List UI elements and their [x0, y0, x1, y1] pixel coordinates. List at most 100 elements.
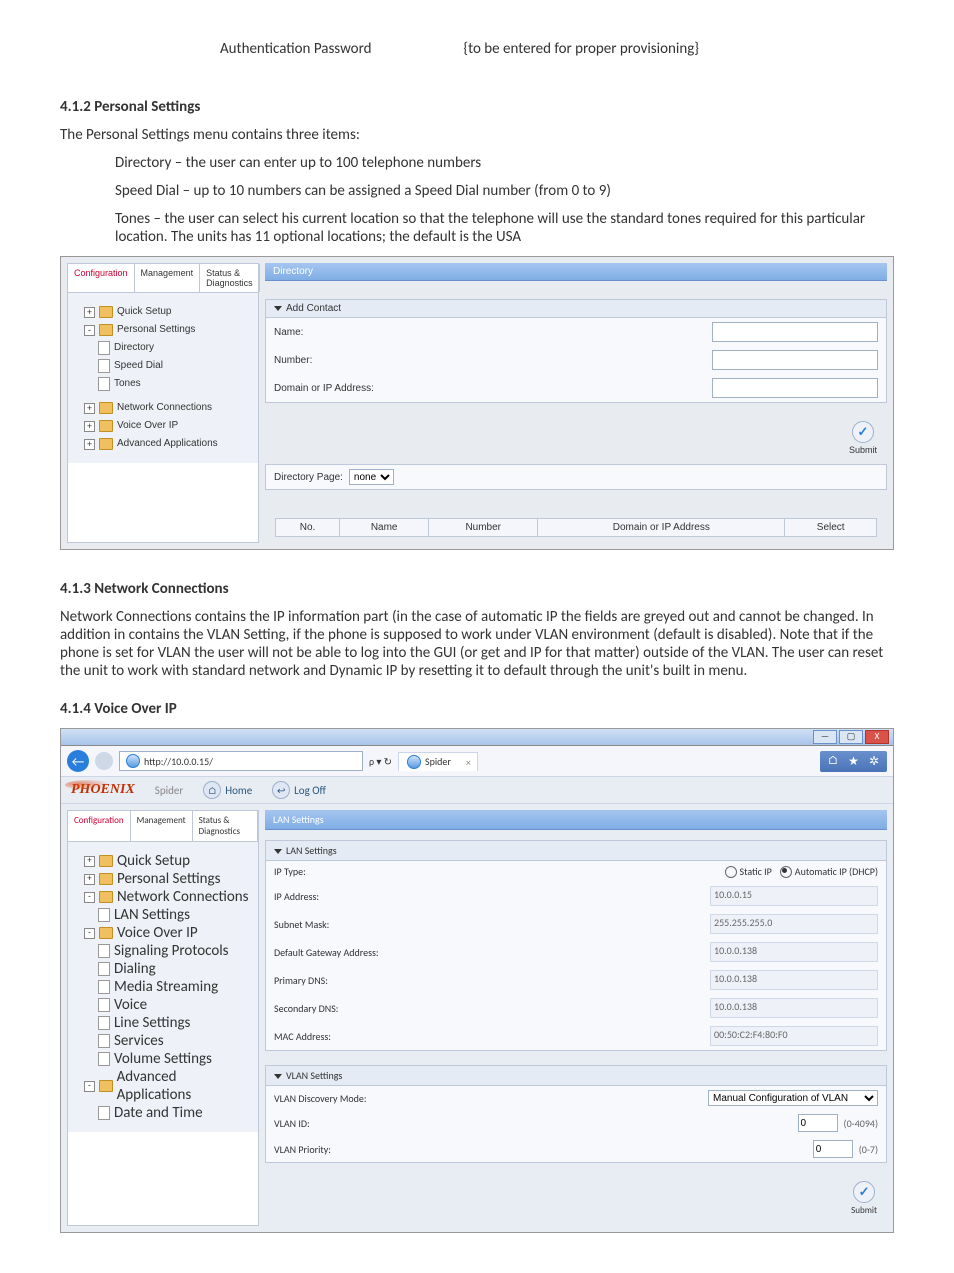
tree-date-time[interactable]: Date and Time	[98, 1104, 252, 1122]
submit-button[interactable]: ✓Submit	[851, 1181, 877, 1216]
dhcp-radio[interactable]	[780, 866, 792, 878]
check-icon: ✓	[852, 421, 874, 443]
tab-management[interactable]: Management	[131, 811, 193, 841]
tree-label: Voice Over IP	[117, 924, 198, 942]
panel-title: LAN Settings	[265, 810, 887, 830]
tree-directory[interactable]: Directory	[98, 339, 252, 357]
name-input[interactable]	[712, 322, 878, 342]
tree-label: Date and Time	[114, 1104, 203, 1122]
dns1-value: 10.0.0.138	[710, 970, 878, 990]
maximize-button[interactable]: ▢	[839, 730, 863, 744]
collapse-icon[interactable]: -	[84, 325, 95, 336]
favorites-icon[interactable]: ★	[848, 754, 859, 769]
vlan-id-input[interactable]	[798, 1114, 838, 1132]
tree-label: Quick Setup	[117, 852, 190, 870]
folder-icon	[99, 891, 113, 903]
tree-advanced-applications[interactable]: - Advanced Applications	[84, 1068, 252, 1104]
vlan-id-label: VLAN ID:	[274, 1117, 429, 1130]
close-button[interactable]: X	[865, 730, 889, 744]
vlan-head: VLAN Settings	[266, 1066, 886, 1086]
minimize-button[interactable]: —	[813, 730, 837, 744]
row-iptype: IP Type: Static IP Automatic IP (DHCP)	[266, 861, 886, 882]
tree-speed-dial[interactable]: Speed Dial	[98, 357, 252, 375]
domain-input[interactable]	[712, 378, 878, 398]
tree-quick-setup[interactable]: + Quick Setup	[84, 303, 252, 321]
forward-button[interactable]	[95, 752, 113, 770]
number-input[interactable]	[712, 350, 878, 370]
tab-configuration[interactable]: Configuration	[68, 264, 135, 292]
logoff-link[interactable]: ↩Log Off	[272, 781, 326, 799]
mask-label: Subnet Mask:	[274, 918, 429, 931]
row-number: Number:	[266, 346, 886, 374]
tree-line-settings[interactable]: Line Settings	[98, 1014, 252, 1032]
home-icon[interactable]: ⌂	[828, 754, 839, 769]
tree-dialing[interactable]: Dialing	[98, 960, 252, 978]
tree-lan-settings[interactable]: LAN Settings	[98, 906, 252, 924]
tree-label: Advanced Applications	[117, 1068, 252, 1104]
gw-value: 10.0.0.138	[710, 942, 878, 962]
search-refresh-icons[interactable]: ρ ▾ ↻	[369, 755, 392, 768]
tree-tones[interactable]: Tones	[98, 375, 252, 393]
expand-icon[interactable]: +	[84, 403, 95, 414]
tree-voice[interactable]: Voice	[98, 996, 252, 1014]
name-label: Name:	[274, 327, 429, 338]
row-ip: IP Address:10.0.0.15	[266, 882, 886, 910]
tree-label: Dialing	[114, 960, 156, 978]
tree-media-streaming[interactable]: Media Streaming	[98, 978, 252, 996]
ie-icon	[407, 755, 421, 769]
page-icon	[98, 1034, 110, 1048]
tree-volume-settings[interactable]: Volume Settings	[98, 1050, 252, 1068]
col-domain: Domain or IP Address	[538, 519, 785, 537]
tree-signaling[interactable]: Signaling Protocols	[98, 942, 252, 960]
tree-network-connections[interactable]: -Network Connections	[84, 888, 252, 906]
tree-label: Personal Settings	[117, 321, 195, 339]
tree-personal-settings[interactable]: +Personal Settings	[84, 870, 252, 888]
collapse-icon[interactable]: -	[84, 928, 95, 939]
tree-voip[interactable]: - Voice Over IP	[84, 924, 252, 942]
col-select: Select	[785, 519, 877, 537]
expand-icon[interactable]: +	[84, 439, 95, 450]
submit-button[interactable]: ✓Submit	[849, 421, 877, 455]
row-vlan-priority: VLAN Priority: (0-7)	[266, 1136, 886, 1162]
collapse-icon[interactable]: -	[84, 892, 95, 903]
vlan-priority-input[interactable]	[813, 1140, 853, 1158]
folder-icon	[99, 873, 113, 885]
tab-status[interactable]: Status & Diagnostics	[193, 811, 258, 841]
product-name: Spider	[155, 784, 183, 797]
iptype-label: IP Type:	[274, 865, 429, 878]
tree-voip[interactable]: +Voice Over IP	[84, 417, 252, 435]
screenshot-directory: Configuration Management Status & Diagno…	[60, 256, 894, 550]
tree-label: Tones	[114, 375, 141, 393]
head-label: LAN Settings	[286, 844, 337, 857]
back-button[interactable]: ←	[67, 750, 89, 772]
screenshot-lan-settings: — ▢ X ← http://10.0.0.15/ ρ ▾ ↻ Spider× …	[60, 728, 894, 1233]
tree-quick-setup[interactable]: + Quick Setup	[84, 852, 252, 870]
vlan-mode-select[interactable]: Manual Configuration of VLAN	[708, 1090, 878, 1106]
url-field[interactable]: http://10.0.0.15/	[119, 751, 363, 771]
tree-label: Quick Setup	[117, 303, 171, 321]
tab-management[interactable]: Management	[135, 264, 201, 292]
expand-icon[interactable]: +	[84, 856, 95, 867]
main-panel: Directory Add Contact Name: Number: Doma…	[265, 263, 887, 543]
main-panel: LAN Settings LAN Settings IP Type: Stati…	[265, 810, 887, 1226]
vlan-settings-panel: VLAN Settings VLAN Discovery Mode: Manua…	[265, 1065, 887, 1163]
tree-personal-settings[interactable]: - Personal Settings	[84, 321, 252, 339]
dir-page-select[interactable]: none	[349, 469, 394, 485]
home-link[interactable]: ⌂Home	[203, 781, 252, 799]
tools-icon[interactable]: ✲	[869, 754, 879, 769]
expand-icon[interactable]: +	[84, 421, 95, 432]
collapse-icon[interactable]: -	[84, 1081, 95, 1092]
tab-status[interactable]: Status & Diagnostics	[200, 264, 260, 292]
page-icon	[98, 341, 110, 355]
section-412-title: 4.1.2 Personal Settings	[60, 98, 894, 116]
static-ip-radio[interactable]	[725, 866, 737, 878]
expand-icon[interactable]: +	[84, 874, 95, 885]
tree-advanced-applications[interactable]: +Advanced Applications	[84, 435, 252, 453]
tree-network-connections[interactable]: +Network Connections	[84, 399, 252, 417]
tree-services[interactable]: Services	[98, 1032, 252, 1050]
tab-configuration[interactable]: Configuration	[68, 811, 131, 841]
folder-icon	[99, 438, 113, 450]
browser-tab[interactable]: Spider×	[398, 752, 478, 771]
close-tab-icon[interactable]: ×	[466, 756, 471, 769]
expand-icon[interactable]: +	[84, 307, 95, 318]
